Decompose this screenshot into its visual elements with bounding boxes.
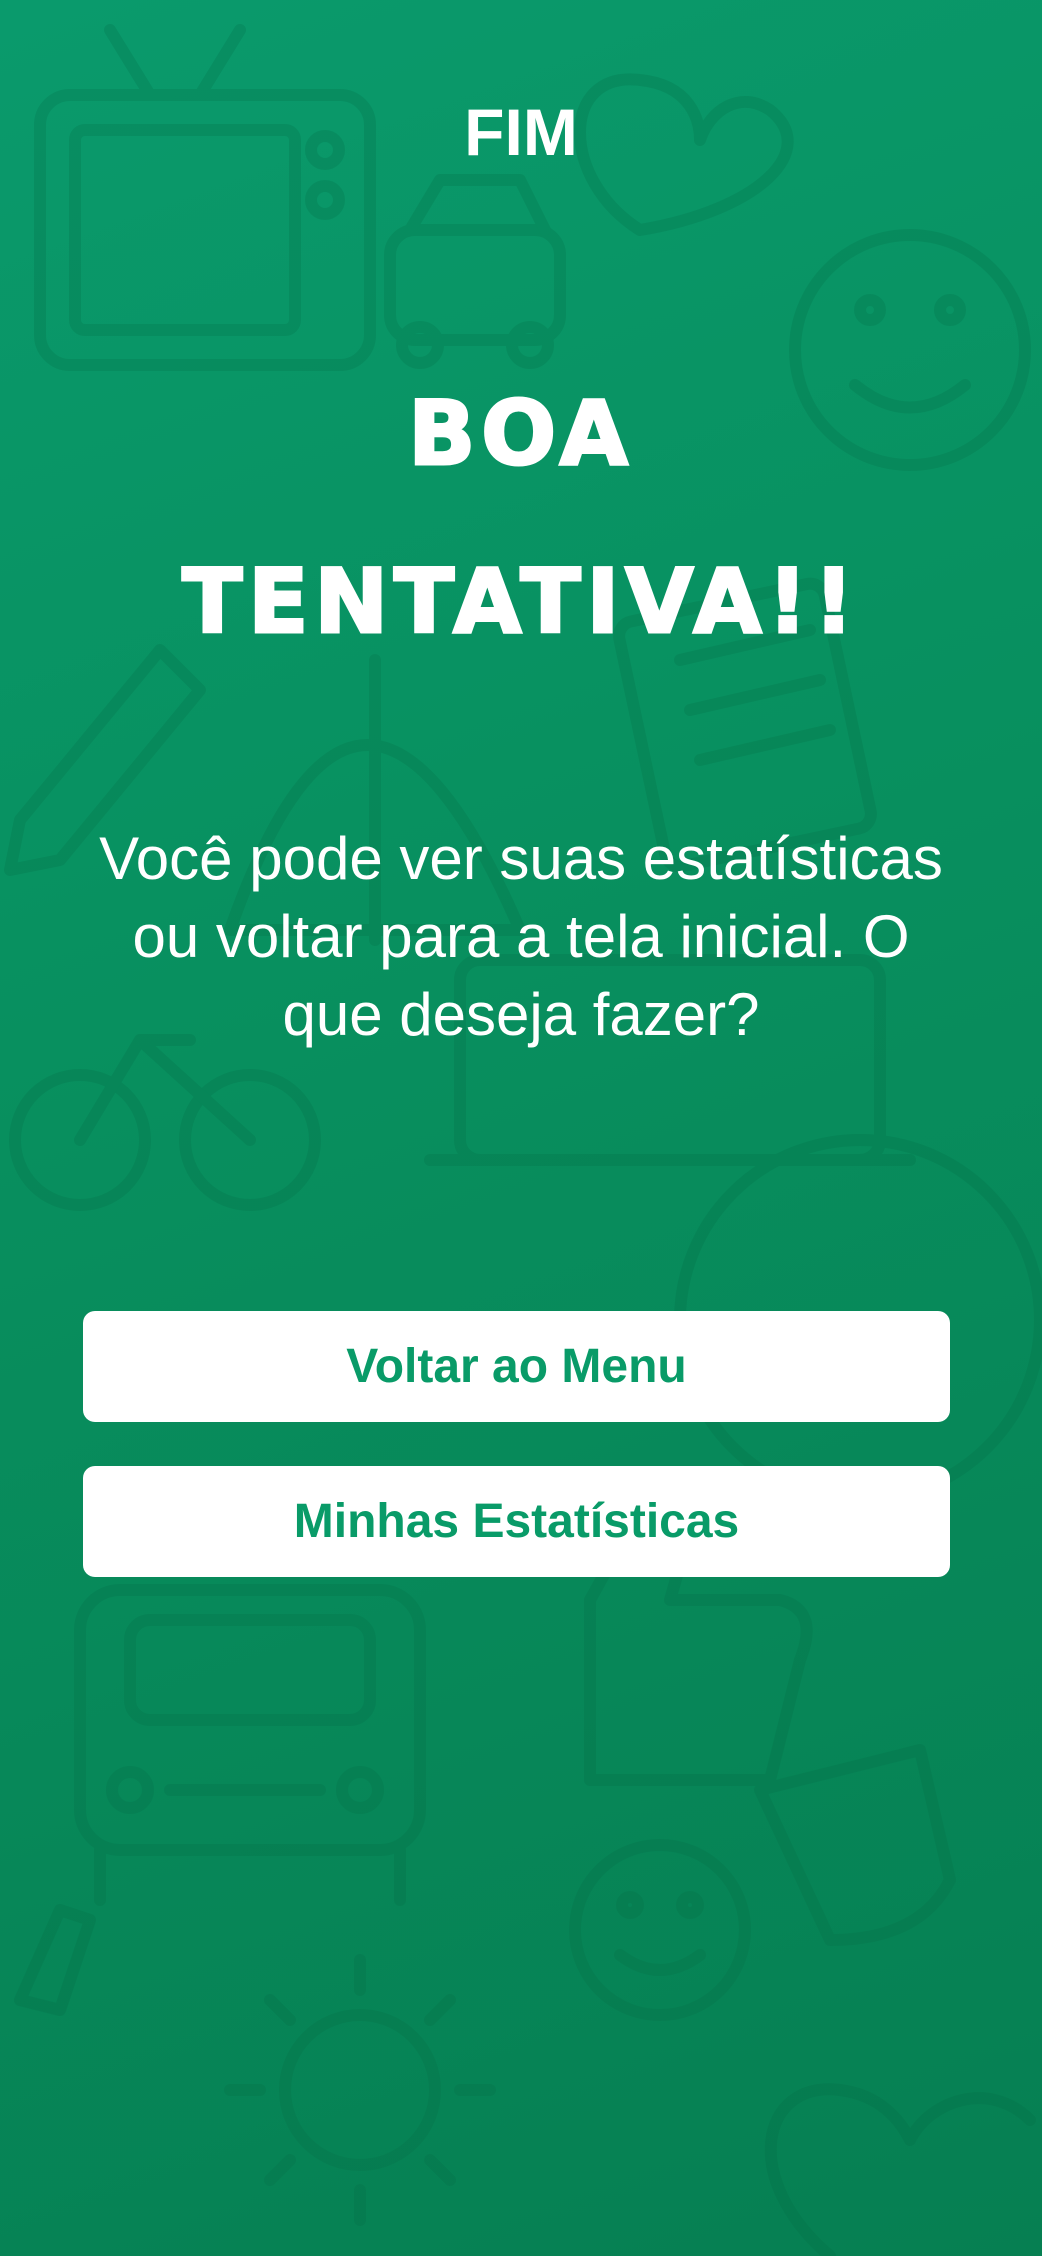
pen-icon (14, 1904, 96, 2016)
sun-icon (224, 1954, 496, 2226)
car-icon (384, 174, 566, 369)
back-to-menu-button[interactable]: Voltar ao Menu (83, 1311, 950, 1422)
tv-icon (34, 24, 376, 371)
background-pattern (4, 24, 1042, 2256)
cup-icon (754, 1744, 956, 1946)
smiley-bottom-icon (569, 1839, 751, 2021)
bicycle-icon (9, 1034, 321, 1211)
car-bottom-icon (74, 1584, 426, 1906)
result-headline-line1: BOA (407, 381, 634, 487)
page-title: FIM (464, 95, 578, 169)
heart-bottom-icon (764, 2083, 1036, 2256)
result-headline: BOA TENTATIVA!! (60, 350, 982, 686)
result-message: Você pode ver suas estatísticas ou volta… (99, 825, 943, 1048)
result-headline-line2: TENTATIVA!! (181, 549, 860, 655)
my-statistics-button[interactable]: Minhas Estatísticas (83, 1466, 950, 1577)
